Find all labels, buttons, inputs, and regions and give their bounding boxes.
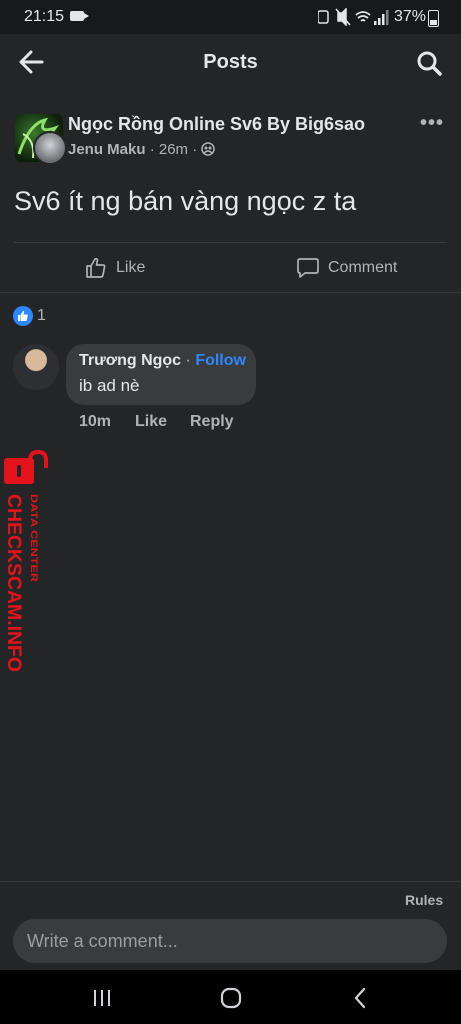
comment-reply-button[interactable]: Reply [190, 413, 234, 431]
post-text: Sv6 ít ng bán vàng ngọc z ta [14, 186, 357, 216]
battery-icon [428, 10, 439, 27]
author-avatar[interactable] [33, 131, 67, 165]
watermark-main-text: CHECKSCAM.INFO [3, 494, 24, 672]
meta-separator: · [149, 141, 155, 158]
camera-icon [70, 11, 89, 21]
status-icons [317, 7, 390, 29]
home-button[interactable] [220, 987, 242, 1009]
watermark-sub-text: DATA CENTER [29, 494, 39, 583]
post-meta: Jenu Maku · 26m · [68, 141, 216, 158]
wifi-icon [355, 11, 371, 22]
post-time[interactable]: 26m [159, 141, 188, 158]
rules-link[interactable]: Rules [405, 892, 443, 908]
meta-separator-2: · [192, 141, 198, 158]
comment-icon [297, 258, 319, 278]
recent-apps-button[interactable] [92, 989, 112, 1007]
more-options-icon[interactable]: ••• [420, 112, 444, 135]
search-button[interactable] [414, 48, 444, 78]
comment-input[interactable] [13, 919, 447, 963]
divider [0, 292, 461, 293]
comment-button[interactable]: Comment [296, 252, 397, 284]
comment-separator: · [185, 352, 191, 369]
follow-button[interactable]: Follow [195, 352, 246, 369]
group-name[interactable]: Ngọc Rồng Online Sv6 By Big6sao [68, 114, 365, 135]
reaction-count[interactable]: 1 [37, 307, 46, 325]
like-button[interactable]: Like [84, 252, 145, 284]
search-icon [417, 51, 442, 76]
comment-text: ib ad nè [79, 376, 140, 395]
system-back-button[interactable] [352, 987, 368, 1009]
recent-apps-icon [94, 990, 110, 1006]
page-title: Posts [203, 51, 258, 73]
signal-icon [374, 10, 389, 25]
lock-icon [2, 449, 48, 490]
comment-like-button[interactable]: Like [135, 413, 167, 431]
thumbs-up-icon [86, 257, 106, 278]
home-icon [220, 987, 242, 1009]
chevron-left-icon [354, 987, 366, 1009]
divider [14, 242, 447, 243]
battery-percent: 37% [394, 8, 427, 25]
commenter-avatar[interactable] [13, 344, 59, 390]
comment-time[interactable]: 10m [79, 413, 111, 431]
comment-label: Comment [328, 259, 398, 276]
mute-icon [335, 7, 351, 27]
status-time: 21:15 [24, 8, 65, 25]
watermark-sub: DATA CENTER [29, 494, 39, 583]
author-name[interactable]: Jenu Maku [68, 141, 146, 158]
like-reaction-glyph [18, 310, 28, 321]
comment-header: Trương Ngọc · Follow [79, 352, 246, 370]
like-label: Like [116, 259, 146, 276]
group-icon [201, 142, 216, 156]
signal-icons-group [317, 7, 389, 27]
battery-saver-icon [317, 10, 329, 24]
watermark-main: CHECKSCAM.INFO [3, 494, 24, 672]
divider [0, 881, 461, 882]
like-reaction-icon[interactable] [13, 306, 33, 326]
commenter-name[interactable]: Trương Ngọc [79, 352, 181, 369]
